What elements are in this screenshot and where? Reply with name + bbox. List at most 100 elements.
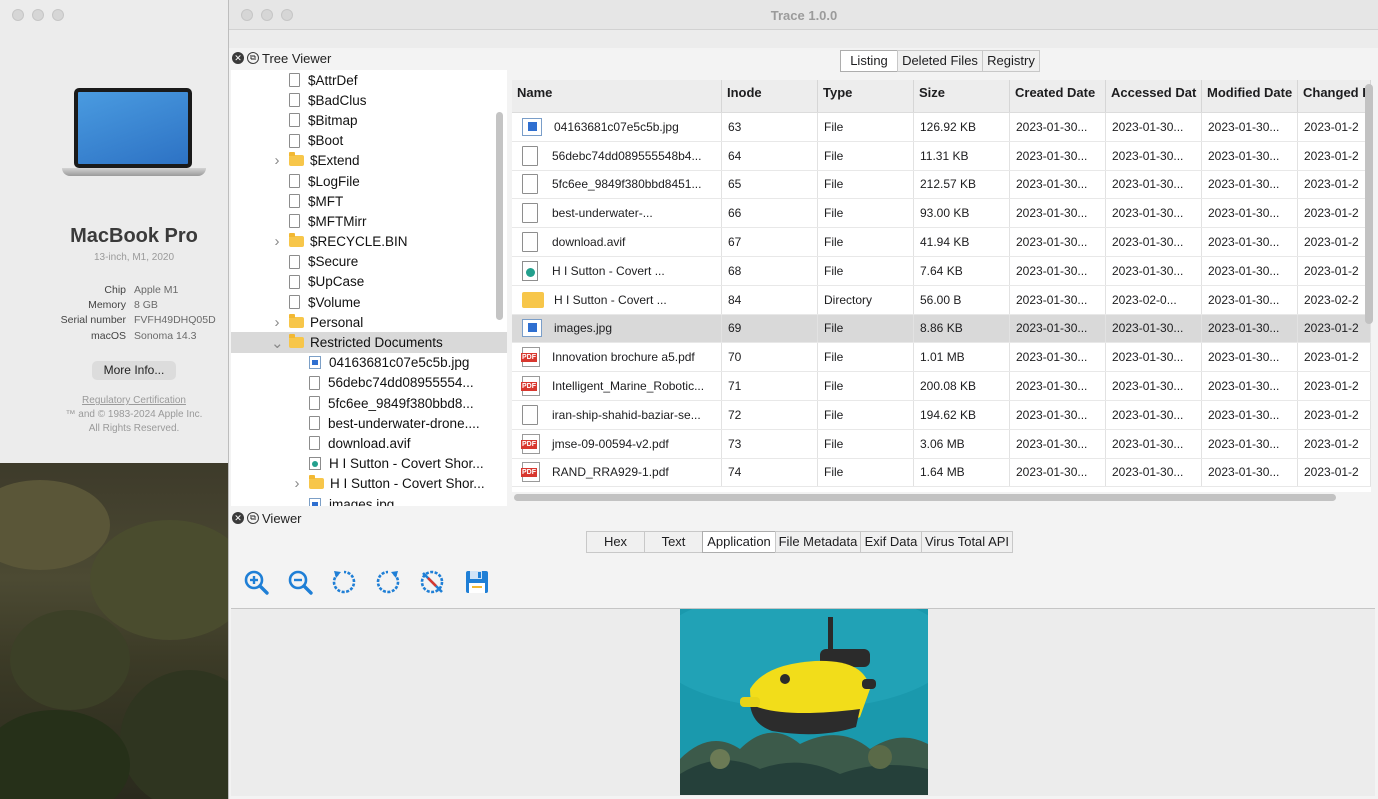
table-vertical-scrollbar[interactable] <box>1365 84 1373 324</box>
table-row[interactable]: 04163681c07e5c5b.jpg 63 File 126.92 KB 2023-… <box>512 113 1371 142</box>
cell-type: File <box>818 199 914 228</box>
close-window-button[interactable] <box>12 9 24 21</box>
cell-name: 5fc6ee_9849f380bbd8451... <box>512 170 722 199</box>
table-row[interactable]: jmse-09-00594-v2.pdf 73 File 3.06 MB 2023-01… <box>512 429 1371 459</box>
cell-text: 67 <box>728 235 742 250</box>
column-header[interactable]: Created Date <box>1010 80 1106 112</box>
table-row[interactable]: Innovation brochure a5.pdf 70 File 1.01 MB 2… <box>512 343 1371 373</box>
tree-item[interactable]: download.avif <box>231 433 507 453</box>
cell-created: 2023-01-30... <box>1010 256 1106 285</box>
tree-item[interactable]: 56debc74dd08955554... <box>231 373 507 393</box>
save-icon[interactable] <box>463 568 491 596</box>
column-header[interactable]: Accessed Dat <box>1106 80 1202 112</box>
table-horizontal-scrollbar[interactable] <box>514 494 1336 501</box>
more-info-button[interactable]: More Info... <box>92 361 176 380</box>
zoom-window-button[interactable] <box>52 9 64 21</box>
tree-item[interactable]: H I Sutton - Covert Shor... <box>231 454 507 474</box>
viewer-tab[interactable]: Virus Total API <box>921 531 1013 553</box>
chevron-right-icon[interactable]: › <box>271 152 283 169</box>
column-header[interactable]: Type <box>818 80 914 112</box>
cell-text: File <box>824 148 844 163</box>
cell-changed: 2023-01-2 <box>1298 314 1371 343</box>
chevron-right-icon[interactable]: › <box>271 233 283 250</box>
file-tree[interactable]: $AttrDef $BadClus $Bitmap $Boot › $Extend $Log… <box>231 70 507 506</box>
document-icon <box>522 145 538 166</box>
close-panel-icon[interactable]: ✕ <box>232 512 244 524</box>
pdf-icon <box>521 347 540 368</box>
table-row[interactable]: H I Sutton - Covert ... 84 Directory 56.00 … <box>512 285 1371 315</box>
column-header[interactable]: Size <box>914 80 1010 112</box>
cell-text: 2023-01-30... <box>1016 148 1088 163</box>
minimize-window-button[interactable] <box>32 9 44 21</box>
tree-item[interactable]: $MFT <box>231 191 507 211</box>
listing-tab[interactable]: Deleted Files <box>897 50 983 72</box>
cell-size: 11.31 KB <box>914 141 1010 170</box>
cell-text: 68 <box>728 263 742 278</box>
table-row[interactable]: Intelligent_Marine_Robotic... 71 File 200.0… <box>512 372 1371 401</box>
cell-size: 212.57 KB <box>914 170 1010 199</box>
zoom-out-icon[interactable] <box>286 568 314 596</box>
tree-item-label: 5fc6ee_9849f380bbd8... <box>328 395 474 411</box>
table-row[interactable]: H I Sutton - Covert ... 68 File 7.64 KB 2023… <box>512 256 1371 286</box>
tree-item[interactable]: ⌄ Restricted Documents <box>231 332 507 353</box>
tree-item[interactable]: $MFTMirr <box>231 211 507 231</box>
float-panel-icon[interactable]: ⧉ <box>247 52 259 64</box>
cell-text: 65 <box>728 177 742 192</box>
cell-text: 2023-01-30... <box>1016 407 1088 422</box>
column-header[interactable]: Changed D <box>1298 80 1371 112</box>
tree-item[interactable]: images.jpg <box>231 494 507 506</box>
table-row[interactable]: download.avif 67 File 41.94 KB 2023-01-30...… <box>512 228 1371 257</box>
column-header[interactable]: Modified Date <box>1202 80 1298 112</box>
tree-item[interactable]: › $Extend <box>231 151 507 171</box>
tree-item-label: Personal <box>310 314 364 330</box>
viewer-tab[interactable]: Hex <box>586 531 645 553</box>
table-row[interactable]: images.jpg 69 File 8.86 KB 2023-01-30... 2023… <box>512 314 1371 344</box>
table-row[interactable]: 5fc6ee_9849f380bbd8451... 65 File 212.57 KB… <box>512 170 1371 200</box>
float-panel-icon[interactable]: ⧉ <box>247 512 259 524</box>
tree-item-label: 56debc74dd08955554... <box>328 375 474 391</box>
tree-item[interactable]: $Secure <box>231 252 507 272</box>
listing-tab[interactable]: Registry <box>982 50 1040 72</box>
column-header[interactable]: Inode <box>722 80 818 112</box>
tree-item[interactable]: $Volume <box>231 292 507 312</box>
tree-item[interactable]: $BadClus <box>231 90 507 110</box>
cell-text: 69 <box>728 321 742 336</box>
zoom-in-icon[interactable] <box>242 568 270 596</box>
tree-scrollbar[interactable] <box>496 112 503 320</box>
table-row[interactable]: 56debc74dd089555548b4... 64 File 11.31 KB 20… <box>512 141 1371 171</box>
column-header[interactable]: Name <box>512 80 722 112</box>
viewer-tab[interactable]: Exif Data <box>860 531 922 553</box>
tree-item[interactable]: $AttrDef <box>231 70 507 90</box>
viewer-tab[interactable]: Application <box>702 531 776 553</box>
table-row[interactable]: RAND_RRA929-1.pdf 74 File 1.64 MB 2023-01-30… <box>512 458 1371 488</box>
cell-size: 194.62 KB <box>914 400 1010 429</box>
tree-item[interactable]: $Bitmap <box>231 110 507 130</box>
tree-item[interactable]: $UpCase <box>231 272 507 292</box>
tree-item[interactable]: $LogFile <box>231 171 507 191</box>
table-row[interactable]: iran-ship-shahid-baziar-se... 72 File 194.6… <box>512 400 1371 430</box>
rotate-right-icon[interactable] <box>374 568 402 596</box>
about-this-mac-window: MacBook Pro 13-inch, M1, 2020 Chip Apple … <box>0 0 238 463</box>
cell-text: 2023-01-30... <box>1112 263 1184 278</box>
chevron-right-icon[interactable]: › <box>291 475 303 492</box>
tree-item[interactable]: $Boot <box>231 131 507 151</box>
close-panel-icon[interactable]: ✕ <box>232 52 244 64</box>
listing-tab[interactable]: Listing <box>840 50 898 72</box>
folder-icon <box>309 475 324 490</box>
tree-item[interactable]: best-underwater-drone.... <box>231 413 507 433</box>
tree-item[interactable]: › $RECYCLE.BIN <box>231 232 507 252</box>
tree-item[interactable]: 5fc6ee_9849f380bbd8... <box>231 393 507 413</box>
tree-item[interactable]: › H I Sutton - Covert Shor... <box>231 474 507 494</box>
cell-type: File <box>818 343 914 372</box>
viewer-tab[interactable]: Text <box>644 531 703 553</box>
tree-item[interactable]: › Personal <box>231 312 507 332</box>
pdf-icon <box>521 462 540 483</box>
reset-icon[interactable] <box>418 568 446 596</box>
viewer-tab[interactable]: File Metadata <box>775 531 861 553</box>
chevron-down-icon[interactable]: ⌄ <box>271 334 284 352</box>
tree-item[interactable]: 04163681c07e5c5b.jpg <box>231 353 507 373</box>
cell-size: 3.06 MB <box>914 429 1010 458</box>
table-row[interactable]: best-underwater-... 66 File 93.00 KB 2023-01… <box>512 199 1371 229</box>
rotate-left-icon[interactable] <box>330 568 358 596</box>
chevron-right-icon[interactable]: › <box>271 314 283 331</box>
